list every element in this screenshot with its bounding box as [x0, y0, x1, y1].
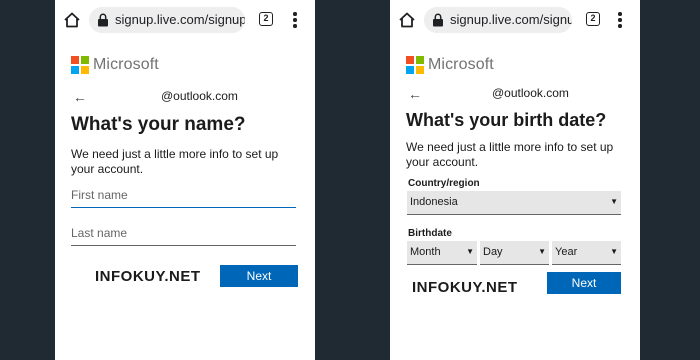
- home-icon[interactable]: [63, 11, 81, 29]
- chevron-down-icon: ▼: [610, 197, 618, 206]
- logo-text: Microsoft: [428, 56, 494, 73]
- home-icon[interactable]: [398, 11, 416, 29]
- year-select[interactable]: Year ▼: [552, 241, 621, 265]
- month-select[interactable]: Month ▼: [407, 241, 477, 265]
- lock-icon: [433, 13, 443, 27]
- page-description: We need just a little more info to set u…: [406, 140, 614, 169]
- watermark-text: INFOKUY.NET: [412, 279, 518, 296]
- address-bar[interactable]: signup.live.com/signup: [89, 7, 245, 33]
- microsoft-grid-icon: [406, 56, 424, 74]
- name-screen: signup.live.com/signup 2 Microsoft ← @ou…: [55, 0, 315, 360]
- url-text: signup.live.com/signup: [115, 12, 245, 27]
- account-email: @outlook.com: [492, 86, 569, 100]
- country-select[interactable]: Indonesia ▼: [407, 191, 621, 215]
- tabs-count-icon[interactable]: 2: [259, 12, 273, 26]
- more-menu-icon[interactable]: [293, 12, 297, 28]
- day-value: Day: [483, 246, 503, 258]
- url-text: signup.live.com/signup: [450, 12, 572, 27]
- logo-text: Microsoft: [93, 56, 159, 73]
- chevron-down-icon: ▼: [466, 247, 474, 256]
- browser-toolbar: signup.live.com/signup 2: [390, 0, 640, 40]
- page-description: We need just a little more info to set u…: [71, 147, 279, 176]
- back-arrow-icon[interactable]: ←: [408, 86, 422, 102]
- account-email: @outlook.com: [161, 89, 238, 103]
- page-title: What's your name?: [71, 114, 246, 135]
- country-label: Country/region: [408, 178, 480, 189]
- birthdate-screen: signup.live.com/signup 2 Microsoft ← @ou…: [390, 0, 640, 360]
- microsoft-grid-icon: [71, 56, 89, 74]
- country-value: Indonesia: [410, 196, 458, 208]
- page-title: What's your birth date?: [406, 110, 607, 130]
- browser-toolbar: signup.live.com/signup 2: [55, 0, 315, 40]
- day-select[interactable]: Day ▼: [480, 241, 549, 265]
- birthdate-label: Birthdate: [408, 228, 452, 239]
- back-arrow-icon[interactable]: ←: [73, 89, 87, 105]
- last-name-input[interactable]: Last name: [71, 224, 296, 246]
- month-value: Month: [410, 246, 441, 258]
- next-button[interactable]: Next: [220, 265, 298, 287]
- lock-icon: [98, 13, 108, 27]
- year-value: Year: [555, 246, 578, 258]
- tabs-count-icon[interactable]: 2: [586, 12, 600, 26]
- microsoft-logo: Microsoft: [406, 56, 494, 74]
- chevron-down-icon: ▼: [538, 247, 546, 256]
- microsoft-logo: Microsoft: [71, 56, 159, 74]
- watermark-text: INFOKUY.NET: [95, 268, 201, 285]
- next-button[interactable]: Next: [547, 272, 621, 294]
- address-bar[interactable]: signup.live.com/signup: [424, 7, 572, 33]
- first-name-input[interactable]: First name: [71, 186, 296, 208]
- chevron-down-icon: ▼: [610, 247, 618, 256]
- more-menu-icon[interactable]: [618, 12, 622, 28]
